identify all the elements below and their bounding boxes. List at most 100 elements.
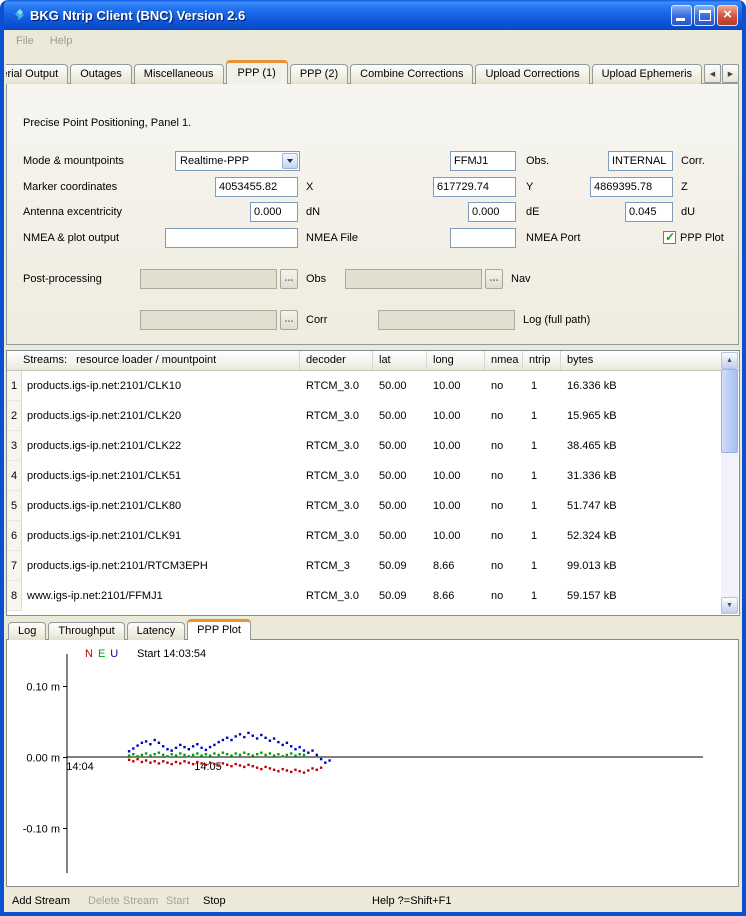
tab-log[interactable]: Log	[8, 622, 46, 640]
bottom-tabs: LogThroughputLatencyPPP Plot	[6, 619, 739, 640]
stop-button[interactable]: Stop	[203, 890, 226, 912]
tab-ppp-plot[interactable]: PPP Plot	[187, 619, 251, 640]
ppp-plot-checkbox[interactable]: ✓	[663, 231, 676, 244]
browse-obs-button[interactable]: ...	[280, 269, 298, 289]
maximize-button[interactable]	[694, 5, 715, 26]
start-button[interactable]: Start	[166, 890, 189, 912]
stream-row-6[interactable]: 6products.igs-ip.net:2101/CLK91RTCM_3.05…	[7, 521, 722, 551]
de-label: dE	[526, 202, 539, 222]
tab-serial-output[interactable]: Serial Output	[6, 64, 68, 84]
tab-outages[interactable]: Outages	[70, 64, 132, 84]
streams-scrollbar[interactable]: ▲ ▼	[721, 352, 738, 614]
scrollbar-thumb[interactable]	[721, 369, 738, 453]
tab-scroll-left-icon[interactable]: ◀	[704, 64, 721, 83]
corr-mountpoint-field[interactable]	[608, 151, 673, 171]
post-corr-field[interactable]	[140, 310, 277, 330]
browse-corr-button[interactable]: ...	[280, 310, 298, 330]
marker-label: Marker coordinates	[23, 177, 117, 197]
column-header-bytes[interactable]: bytes	[561, 351, 722, 370]
tab-ppp-2[interactable]: PPP (2)	[290, 64, 348, 84]
tab-scroll-right-icon[interactable]: ▶	[722, 64, 739, 83]
column-header-ntrip[interactable]: ntrip	[523, 351, 561, 370]
combo-dropdown-button[interactable]	[282, 153, 298, 169]
cell-nmea: no	[485, 590, 523, 602]
check-icon: ✓	[665, 230, 675, 244]
tab-throughput[interactable]: Throughput	[48, 622, 124, 640]
title-bar: BKG Ntrip Client (BNC) Version 2.6 ×	[0, 0, 746, 30]
nmea-file-field[interactable]	[165, 228, 298, 248]
tab-upload-ephemeris[interactable]: Upload Ephemeris	[592, 64, 703, 84]
add-stream-button[interactable]: Add Stream	[12, 890, 70, 912]
close-button[interactable]: ×	[717, 5, 738, 26]
cell-mountpoint: products.igs-ip.net:2101/CLK51	[22, 470, 300, 482]
mode-label: Mode & mountpoints	[23, 151, 124, 171]
menu-bar: File Help	[4, 30, 742, 52]
marker-y-field[interactable]	[433, 177, 516, 197]
column-header-streams[interactable]: Streams: resource loader / mountpoint	[7, 351, 300, 370]
stream-row-7[interactable]: 7products.igs-ip.net:2101/RTCM3EPHRTCM_3…	[7, 551, 722, 581]
mode-combobox-value: Realtime-PPP	[180, 152, 249, 170]
stream-row-3[interactable]: 3products.igs-ip.net:2101/CLK22RTCM_3.05…	[7, 431, 722, 461]
antenna-de-field[interactable]	[468, 202, 516, 222]
cell-long: 10.00	[427, 410, 485, 422]
cell-lat: 50.00	[373, 380, 427, 392]
bottom-tab-bar: LogThroughputLatencyPPP Plot	[6, 619, 739, 640]
marker-x-field[interactable]	[215, 177, 298, 197]
cell-num: 8	[7, 581, 22, 611]
ppp-plot-label: PPP Plot	[680, 228, 724, 248]
marker-z-field[interactable]	[590, 177, 673, 197]
cell-mountpoint: products.igs-ip.net:2101/CLK80	[22, 500, 300, 512]
stream-row-5[interactable]: 5products.igs-ip.net:2101/CLK80RTCM_3.05…	[7, 491, 722, 521]
svg-text:-0.10 m: -0.10 m	[23, 824, 60, 836]
cell-ntrip: 1	[523, 560, 561, 572]
obs-mountpoint-field[interactable]	[450, 151, 516, 171]
column-header-nmea[interactable]: nmea	[485, 351, 523, 370]
column-header-long[interactable]: long	[427, 351, 485, 370]
column-header-lat[interactable]: lat	[373, 351, 427, 370]
cell-decoder: RTCM_3.0	[300, 590, 373, 602]
cell-long: 10.00	[427, 380, 485, 392]
post-corr-label: Corr	[306, 310, 327, 330]
mode-combobox[interactable]: Realtime-PPP	[175, 151, 300, 171]
tab-combine-corrections[interactable]: Combine Corrections	[350, 64, 473, 84]
cell-lat: 50.09	[373, 590, 427, 602]
scroll-down-icon[interactable]: ▼	[721, 597, 738, 614]
post-obs-field[interactable]	[140, 269, 277, 289]
tab-ppp-1[interactable]: PPP (1)	[226, 60, 288, 84]
cell-decoder: RTCM_3.0	[300, 410, 373, 422]
dn-label: dN	[306, 202, 320, 222]
stream-row-8[interactable]: 8www.igs-ip.net:2101/FFMJ1RTCM_3.050.098…	[7, 581, 722, 611]
stream-row-4[interactable]: 4products.igs-ip.net:2101/CLK51RTCM_3.05…	[7, 461, 722, 491]
cell-mountpoint: www.igs-ip.net:2101/FFMJ1	[22, 590, 300, 602]
minimize-button[interactable]	[671, 5, 692, 26]
cell-lat: 50.00	[373, 440, 427, 452]
browse-nav-button[interactable]: ...	[485, 269, 503, 289]
cell-bytes: 51.747 kB	[561, 500, 722, 512]
antenna-dn-field[interactable]	[250, 202, 298, 222]
antenna-du-field[interactable]	[625, 202, 673, 222]
cell-ntrip: 1	[523, 470, 561, 482]
menu-file[interactable]: File	[8, 33, 42, 49]
tab-miscellaneous[interactable]: Miscellaneous	[134, 64, 224, 84]
post-log-field[interactable]	[378, 310, 515, 330]
delete-stream-button[interactable]: Delete Stream	[88, 890, 158, 912]
y-label: Y	[526, 177, 533, 197]
post-nav-field[interactable]	[345, 269, 482, 289]
stream-row-1[interactable]: 1products.igs-ip.net:2101/CLK10RTCM_3.05…	[7, 371, 722, 401]
help-shortcut-label: Help ?=Shift+F1	[372, 890, 452, 912]
top-tabs: Serial OutputOutagesMiscellaneousPPP (1)…	[6, 60, 740, 84]
cell-lat: 50.00	[373, 410, 427, 422]
stream-row-2[interactable]: 2products.igs-ip.net:2101/CLK20RTCM_3.05…	[7, 401, 722, 431]
column-header-decoder[interactable]: decoder	[300, 351, 373, 370]
menu-help[interactable]: Help	[42, 33, 81, 49]
scroll-up-icon[interactable]: ▲	[721, 352, 738, 369]
cell-long: 10.00	[427, 500, 485, 512]
nmea-port-field[interactable]	[450, 228, 516, 248]
cell-long: 8.66	[427, 560, 485, 572]
cell-nmea: no	[485, 500, 523, 512]
cell-bytes: 38.465 kB	[561, 440, 722, 452]
tab-upload-corrections[interactable]: Upload Corrections	[475, 64, 589, 84]
cell-ntrip: 1	[523, 410, 561, 422]
tab-latency[interactable]: Latency	[127, 622, 186, 640]
post-processing-label: Post-processing	[23, 269, 102, 289]
